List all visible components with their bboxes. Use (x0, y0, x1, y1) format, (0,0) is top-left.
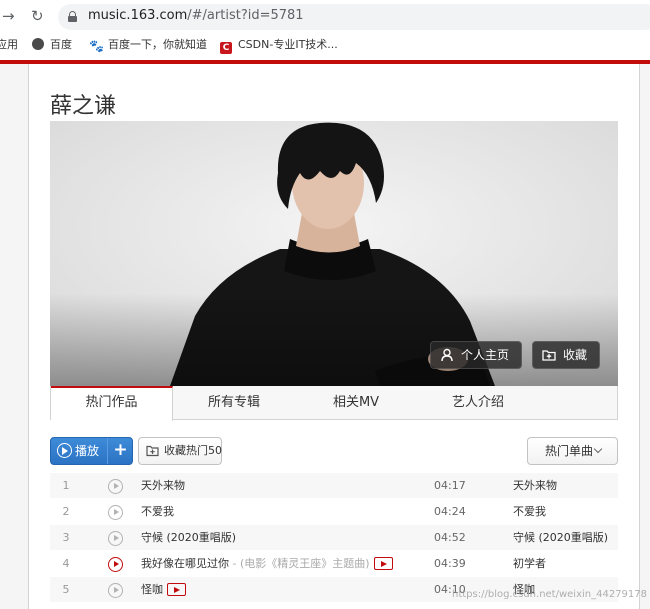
chevron-down-icon (593, 444, 603, 454)
mv-icon[interactable] (167, 583, 186, 596)
song-title[interactable]: 天外来物 (141, 479, 185, 492)
play-circle-icon[interactable] (108, 583, 123, 598)
song-duration: 04:39 (434, 557, 466, 570)
collect-hot-50-label: 收藏热门50 (164, 444, 222, 457)
bookmark-apps[interactable]: 应用 (0, 38, 18, 52)
song-title-cell: 守候 (2020重唱版) (141, 525, 236, 551)
song-number: 2 (62, 505, 70, 518)
play-circle-icon[interactable] (108, 531, 123, 546)
play-all-button[interactable]: 播放 + (50, 437, 133, 465)
song-number: 5 (62, 583, 70, 596)
song-title[interactable]: 不爱我 (141, 505, 174, 518)
song-duration: 04:17 (434, 479, 466, 492)
tab-hot-works[interactable]: 热门作品 (51, 386, 173, 421)
csdn-logo-icon: C (220, 42, 232, 54)
song-duration: 04:52 (434, 531, 466, 544)
song-list: 1 天外来物 04:17 天外来物 2 不爱我 04:24 不爱我 3 守候 (2020重唱版) 0… (50, 473, 618, 603)
folder-add-icon (542, 350, 556, 361)
artist-name: 薛之谦 (50, 94, 117, 119)
artist-collect-button[interactable]: 收藏 (532, 341, 601, 369)
baidu-paw-icon: 🐾 (89, 39, 104, 53)
song-album[interactable]: 守候 (2020重唱版) (513, 525, 608, 551)
song-album[interactable]: 天外来物 (513, 473, 557, 499)
song-row[interactable]: 1 天外来物 04:17 天外来物 (50, 473, 618, 499)
url-text: music.163.com/#/artist?id=5781 (88, 8, 304, 23)
collect-hot-50-button[interactable]: 收藏热门50 (138, 437, 222, 465)
song-duration: 04:24 (434, 505, 466, 518)
hot-songs-dropdown-label: 热门单曲 (545, 444, 594, 458)
play-circle-icon (57, 443, 72, 458)
song-album[interactable]: 初学者 (513, 551, 546, 577)
play-circle-icon[interactable] (108, 479, 123, 494)
tab-related-mv[interactable]: 相关MV (295, 386, 417, 420)
watermark: https://blog.csdn.net/weixin_44279178 (452, 589, 648, 600)
play-circle-icon[interactable] (108, 557, 123, 572)
forward-arrow-icon[interactable]: → (2, 6, 15, 26)
song-title[interactable]: 我好像在哪见过你 (141, 557, 229, 570)
globe-icon (32, 38, 44, 50)
tab-artist-intro[interactable]: 艺人介绍 (417, 386, 539, 420)
song-row[interactable]: 3 守候 (2020重唱版) 04:52 守候 (2020重唱版) (50, 525, 618, 551)
bookmarks-bar: 应用 百度 🐾 百度一下，你就知道 C CSDN-专业IT技术... (0, 33, 650, 58)
song-subtitle: - (电影《精灵王座》主题曲) (229, 557, 370, 570)
artist-banner: 个人主页 收藏 (50, 121, 618, 386)
browser-address-bar: → ↻ music.163.com/#/artist?id=5781 (0, 0, 650, 33)
song-album[interactable]: 不爱我 (513, 499, 546, 525)
add-to-playlist-button[interactable]: + (108, 438, 133, 464)
lock-icon (68, 11, 77, 22)
song-row[interactable]: 4 我好像在哪见过你 - (电影《精灵王座》主题曲) 04:39 初学者 (50, 551, 618, 577)
artist-homepage-button[interactable]: 个人主页 (430, 341, 523, 369)
artist-tabs: 热门作品 所有专辑 相关MV 艺人介绍 (50, 386, 618, 421)
song-number: 1 (62, 479, 70, 492)
song-title-cell: 我好像在哪见过你 - (电影《精灵王座》主题曲) (141, 551, 393, 577)
song-number: 4 (62, 557, 70, 570)
user-icon (441, 348, 453, 362)
song-number: 3 (62, 531, 70, 544)
song-title-cell: 不爱我 (141, 499, 174, 525)
song-title[interactable]: 怪咖 (141, 583, 163, 596)
bookmark-baidu[interactable]: 百度 (32, 38, 72, 52)
play-circle-icon[interactable] (108, 505, 123, 520)
song-row[interactable]: 2 不爱我 04:24 不爱我 (50, 499, 618, 525)
bookmark-baidu-search[interactable]: 🐾 百度一下，你就知道 (89, 38, 207, 53)
artist-homepage-label: 个人主页 (461, 348, 510, 362)
bookmark-csdn[interactable]: C CSDN-专业IT技术... (220, 38, 338, 54)
artist-collect-label: 收藏 (563, 348, 588, 362)
song-title[interactable]: 守候 (2020重唱版) (141, 531, 236, 544)
reload-icon[interactable]: ↻ (31, 6, 44, 26)
hot-songs-dropdown[interactable]: 热门单曲 (527, 437, 618, 465)
tab-all-albums[interactable]: 所有专辑 (173, 386, 295, 420)
mv-icon[interactable] (373, 557, 393, 570)
song-title-cell: 天外来物 (141, 473, 185, 499)
song-title-cell: 怪咖 (141, 577, 186, 603)
folder-add-icon (146, 445, 159, 457)
play-button[interactable]: 播放 (51, 438, 107, 464)
url-input[interactable]: music.163.com/#/artist?id=5781 (58, 4, 650, 30)
play-label: 播放 (75, 444, 100, 458)
